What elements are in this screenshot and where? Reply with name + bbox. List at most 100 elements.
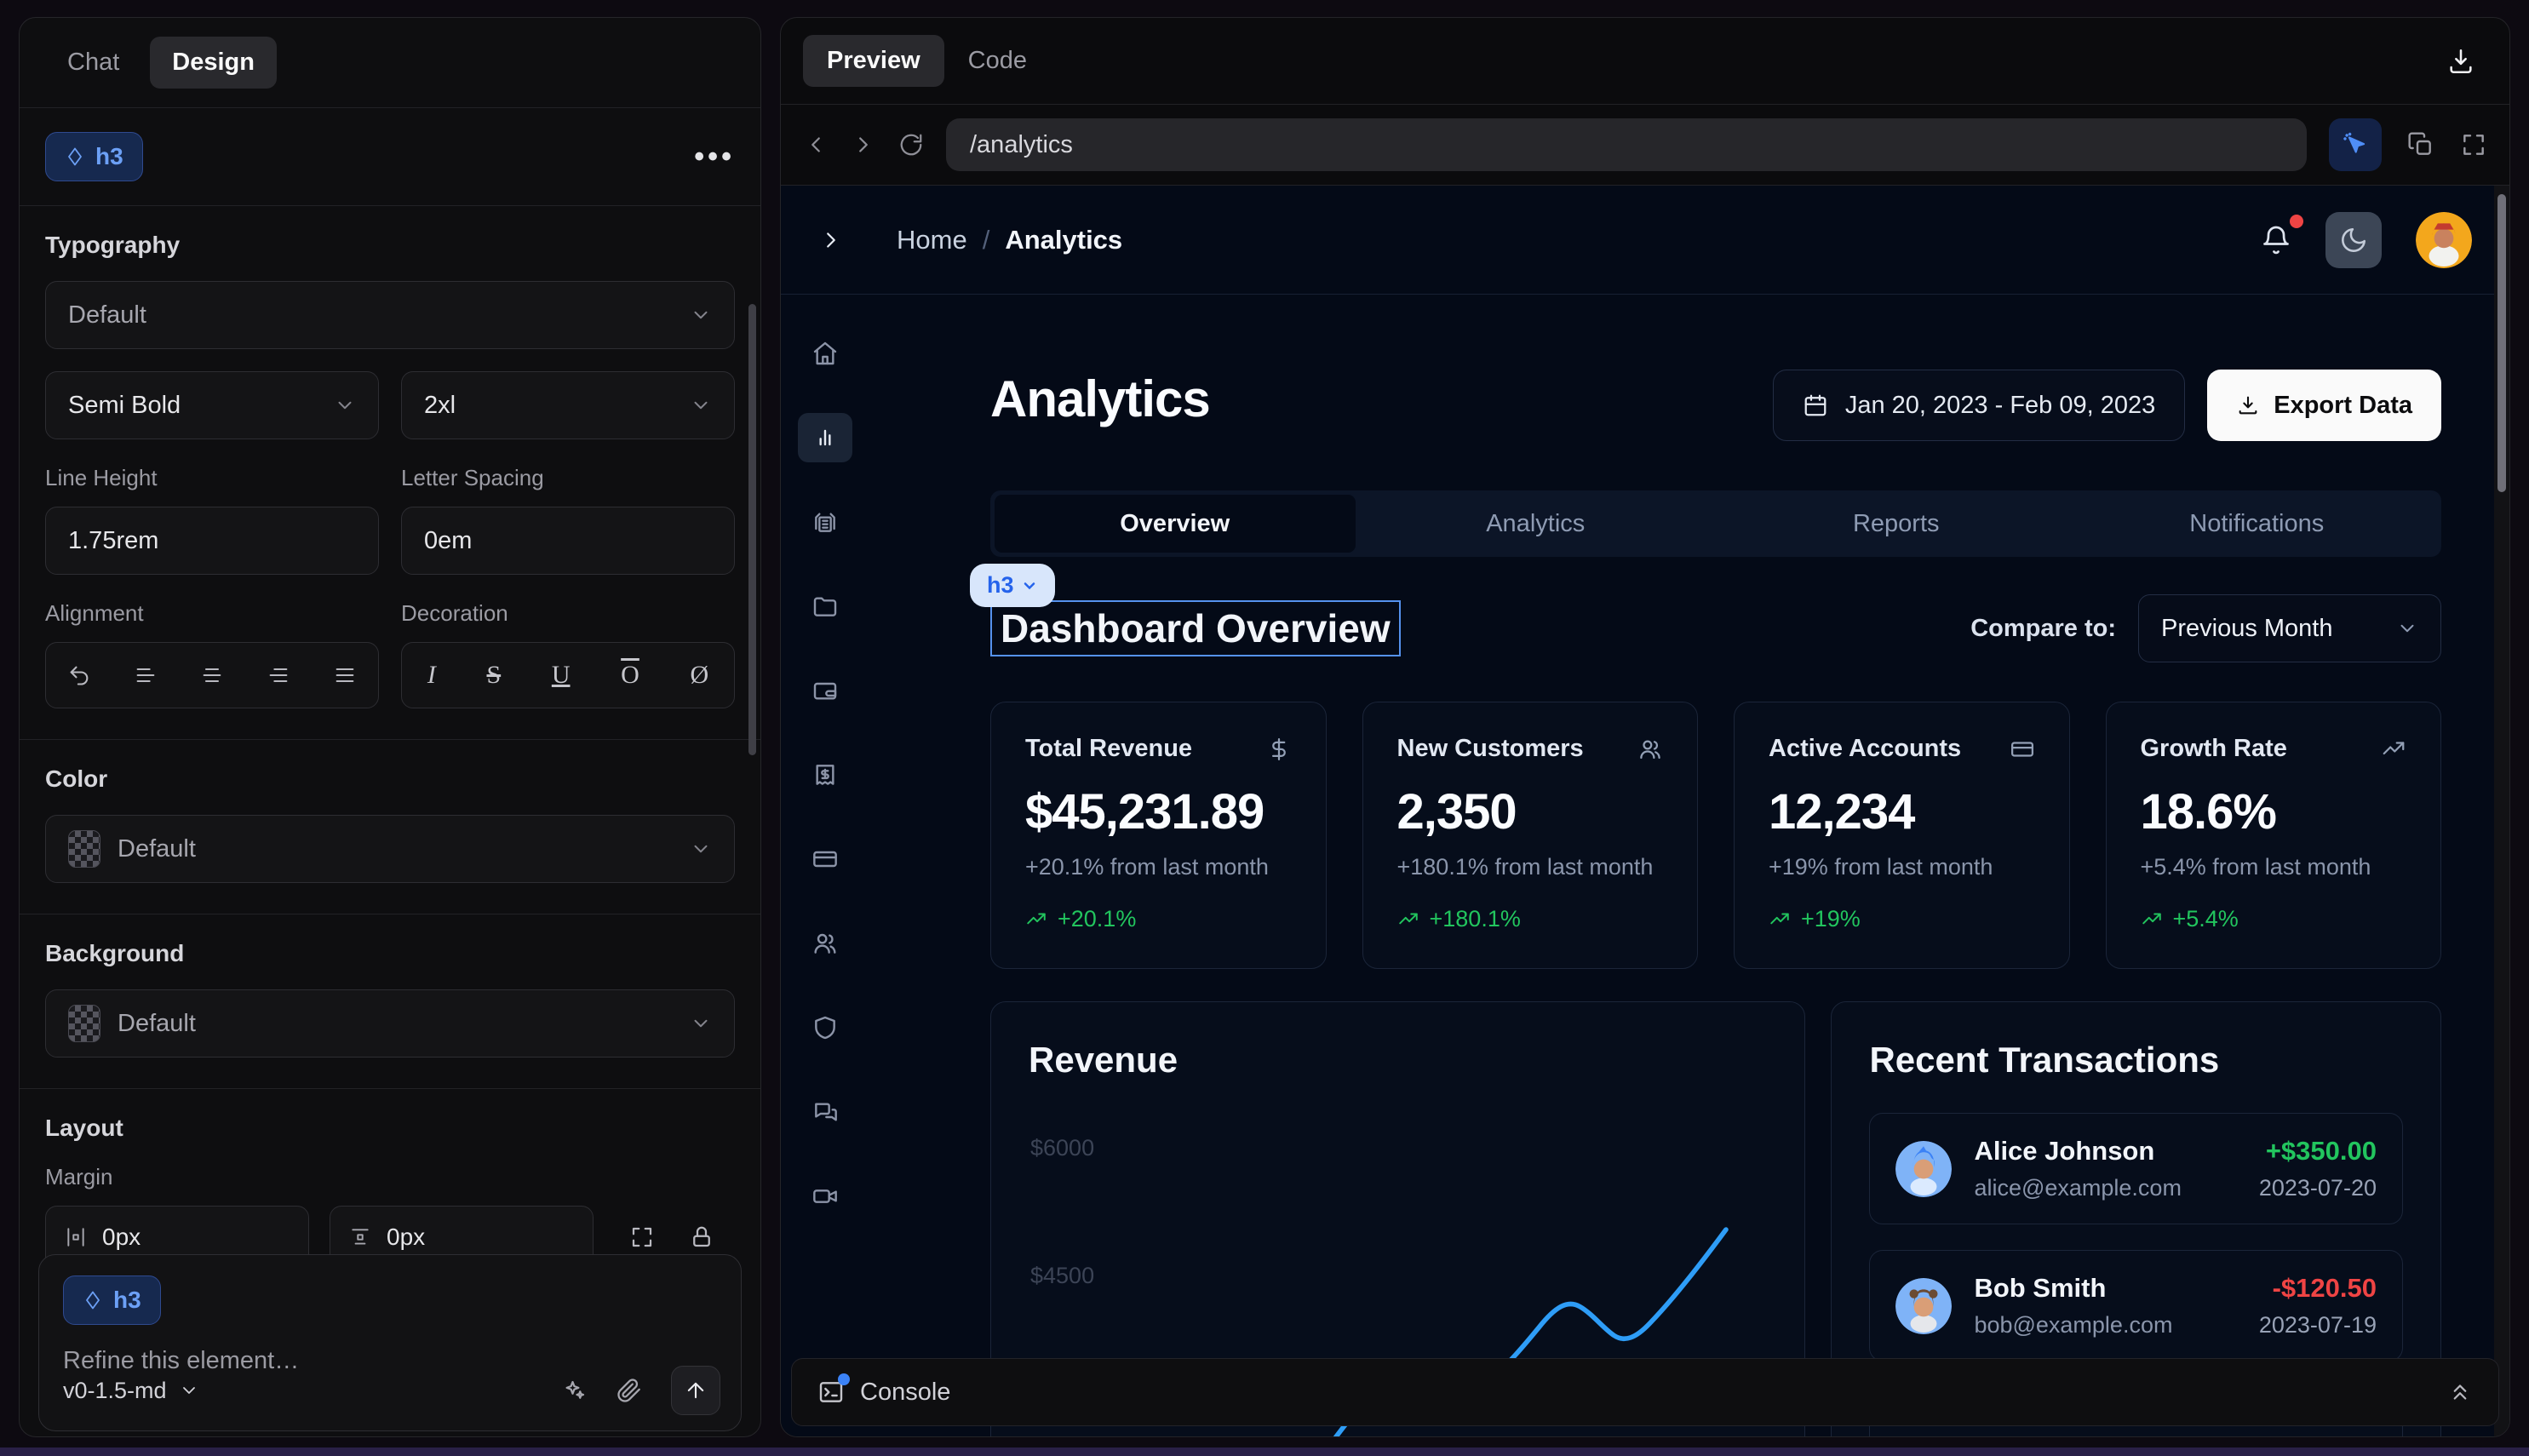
model-selector[interactable]: v0-1.5-md (63, 1378, 199, 1404)
credit-card-icon (811, 846, 839, 873)
nav-analytics[interactable] (798, 413, 852, 462)
console-badge-dot (838, 1373, 850, 1385)
italic-icon[interactable]: I (427, 661, 436, 690)
copy-icon (2407, 131, 2434, 158)
tab-chat[interactable]: Chat (45, 37, 141, 89)
moon-icon (2339, 226, 2368, 255)
ellipsis-icon[interactable]: ••• (694, 140, 735, 174)
breadcrumb-current: Analytics (1005, 225, 1122, 255)
stat-title: New Customers (1397, 735, 1584, 763)
page-title: Analytics (990, 370, 1210, 428)
tab-preview[interactable]: Preview (803, 35, 944, 87)
select-tool-button[interactable] (2329, 118, 2382, 171)
weight-select[interactable]: Semi Bold (45, 371, 379, 439)
refine-chat-box[interactable]: h3 Refine this element… v0-1.5-md (38, 1254, 742, 1431)
export-data-button[interactable]: Export Data (2207, 370, 2441, 441)
copy-button[interactable] (2407, 131, 2434, 158)
tab-notifications[interactable]: Notifications (2077, 495, 2438, 553)
element-badge[interactable]: h3 (45, 132, 143, 181)
user-avatar[interactable] (2416, 212, 2472, 268)
trend-up-icon (2141, 909, 2163, 931)
scrollbar-thumb[interactable] (2497, 194, 2506, 492)
tx-name: Bob Smith (1974, 1273, 2172, 1304)
console-bar[interactable]: Console (791, 1358, 2499, 1426)
align-right-icon[interactable] (267, 663, 290, 687)
letter-spacing-input[interactable]: 0em (401, 507, 735, 575)
console-expand-button[interactable] (2447, 1379, 2473, 1405)
transaction-row[interactable]: Bob Smith bob@example.com -$120.50 2023-… (1869, 1250, 2403, 1361)
video-icon (811, 1183, 839, 1210)
date-range-button[interactable]: Jan 20, 2023 - Feb 09, 2023 (1773, 370, 2185, 441)
panel-scrollbar[interactable] (748, 304, 756, 755)
align-center-icon[interactable] (200, 663, 224, 687)
stat-value: $45,231.89 (1025, 783, 1292, 840)
viewport-scrollbar[interactable] (2494, 186, 2509, 1436)
model-name: v0-1.5-md (63, 1378, 167, 1404)
nav-home[interactable] (798, 329, 852, 378)
nav-video[interactable] (798, 1172, 852, 1221)
nav-messages[interactable] (798, 1087, 852, 1137)
compare-select[interactable]: Previous Month (2138, 594, 2441, 662)
tx-email: bob@example.com (1974, 1312, 2172, 1338)
background-select[interactable]: Default (45, 989, 735, 1058)
nav-billing[interactable] (798, 750, 852, 800)
chat-element-badge[interactable]: h3 (63, 1275, 161, 1325)
chevron-down-icon (690, 1012, 712, 1035)
download-button[interactable] (2446, 47, 2487, 76)
section-title-selected[interactable]: Dashboard Overview (990, 600, 1401, 656)
theme-toggle-button[interactable] (2325, 212, 2382, 268)
stat-card-active-accounts: Active Accounts 12,234 +19% from last mo… (1734, 702, 2070, 969)
overline-icon[interactable]: O (621, 661, 639, 690)
expand-icon[interactable] (629, 1224, 655, 1250)
credit-card-icon (2010, 737, 2035, 762)
line-height-input[interactable]: 1.75rem (45, 507, 379, 575)
selected-element-row: h3 ••• (20, 108, 760, 206)
paperclip-icon[interactable] (616, 1378, 642, 1403)
tx-amount: +$350.00 (2259, 1136, 2377, 1167)
stat-card-new-customers: New Customers 2,350 +180.1% from last mo… (1362, 702, 1699, 969)
send-button[interactable] (671, 1366, 720, 1415)
stat-subtext: +180.1% from last month (1397, 854, 1664, 880)
margin-x-value: 0px (102, 1224, 140, 1251)
strikethrough-icon[interactable]: S (486, 661, 501, 690)
panel-tab-bar: Chat Design (20, 18, 760, 108)
notifications-button[interactable] (2261, 225, 2291, 255)
undo-icon[interactable] (67, 663, 91, 687)
screen-bottom-strip (0, 1447, 2529, 1456)
align-justify-icon[interactable] (333, 663, 357, 687)
design-panel: Chat Design h3 ••• Typography Default Se… (19, 17, 761, 1437)
element-badge-label: h3 (95, 143, 123, 170)
font-select[interactable]: Default (45, 281, 735, 349)
nav-invoices[interactable] (798, 497, 852, 547)
nav-customers[interactable] (798, 919, 852, 968)
nav-wallet[interactable] (798, 666, 852, 715)
tab-code[interactable]: Code (944, 35, 1051, 87)
bell-icon (2261, 225, 2291, 255)
tab-reports[interactable]: Reports (1716, 495, 2077, 553)
breadcrumb-home[interactable]: Home (897, 225, 967, 255)
size-select[interactable]: 2xl (401, 371, 735, 439)
selected-element-chip[interactable]: h3 (970, 564, 1055, 607)
no-decoration-icon[interactable]: Ø (690, 661, 708, 690)
tab-design[interactable]: Design (150, 37, 277, 89)
refresh-button[interactable] (898, 132, 924, 158)
fullscreen-button[interactable] (2460, 131, 2487, 158)
align-left-icon[interactable] (134, 663, 158, 687)
browser-toolbar: /analytics (781, 105, 2509, 186)
back-button[interactable] (803, 132, 829, 158)
sidebar-expand-icon[interactable] (818, 227, 844, 253)
tab-overview[interactable]: Overview (995, 495, 1356, 553)
lock-icon[interactable] (689, 1224, 714, 1250)
nav-cards[interactable] (798, 834, 852, 884)
url-input[interactable]: /analytics (946, 118, 2307, 171)
forward-button[interactable] (851, 132, 876, 158)
download-icon (2446, 47, 2475, 76)
underline-icon[interactable]: U (552, 661, 571, 690)
nav-security[interactable] (798, 1003, 852, 1052)
dashboard-sidebar-rail (781, 295, 869, 1436)
tab-analytics[interactable]: Analytics (1356, 495, 1717, 553)
sparkles-icon[interactable] (562, 1378, 588, 1403)
color-select[interactable]: Default (45, 815, 735, 883)
transaction-row[interactable]: Alice Johnson alice@example.com +$350.00… (1869, 1113, 2403, 1224)
nav-files[interactable] (798, 582, 852, 631)
